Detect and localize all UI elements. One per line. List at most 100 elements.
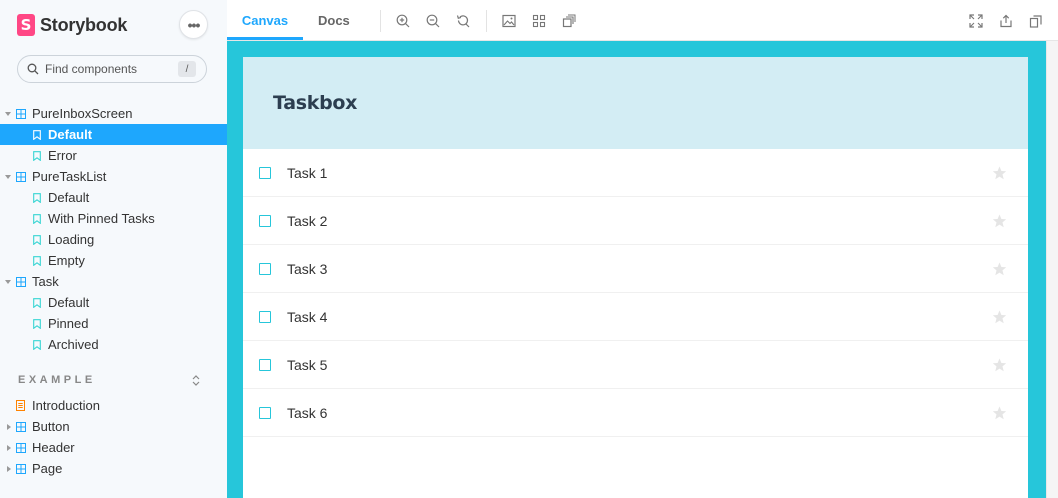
tree-item-button[interactable]: Button: [0, 416, 227, 437]
tab-canvas[interactable]: Canvas: [227, 0, 303, 41]
task-item: Task 3: [243, 245, 1028, 293]
tree-item-label: Header: [32, 440, 75, 455]
brand-name: Storybook: [40, 14, 128, 35]
task-item: Task 4: [243, 293, 1028, 341]
tree-item-label: PureTaskList: [32, 169, 107, 184]
background-icon[interactable]: [502, 14, 516, 28]
tab-docs[interactable]: Docs: [318, 0, 350, 41]
copy-link-icon[interactable]: [1029, 14, 1043, 28]
tab-label: Canvas: [241, 13, 289, 28]
more-menu-button[interactable]: •••: [179, 10, 208, 39]
task-title[interactable]: Task 1: [287, 165, 327, 181]
toolbar: Canvas Docs: [227, 0, 1058, 41]
component-icon: [16, 442, 26, 453]
tree-item-task-default[interactable]: Default: [0, 292, 227, 313]
bookmark-icon: [33, 255, 41, 266]
fullscreen-icon[interactable]: [969, 14, 983, 28]
canvas-scrollbar[interactable]: [1046, 41, 1058, 498]
tree-item-label: Loading: [48, 232, 95, 247]
tree-item-puretasklist-with-pinned-tasks[interactable]: With Pinned Tasks: [0, 208, 227, 229]
star-icon[interactable]: [992, 262, 1007, 276]
star-icon[interactable]: [992, 310, 1007, 324]
task-item: Task 1: [243, 149, 1028, 197]
zoom-in-icon[interactable]: [396, 14, 410, 28]
component-icon: [16, 463, 26, 474]
task-checkbox[interactable]: [259, 167, 271, 179]
tree-item-label: Pinned: [48, 316, 89, 331]
storybook-logo[interactable]: S Storybook: [17, 13, 127, 37]
tree-item-task-archived[interactable]: Archived: [0, 334, 227, 355]
storybook-logo-icon: S: [17, 14, 35, 36]
tree-item-puretasklist-default[interactable]: Default: [0, 187, 227, 208]
star-icon[interactable]: [992, 358, 1007, 372]
sidebar: S Storybook ••• / PureInboxScreen Defaul…: [0, 0, 227, 498]
taskbox-header: Taskbox: [243, 57, 1028, 149]
toolbar-divider: [380, 10, 381, 32]
bookmark-icon: [33, 129, 41, 140]
caret-down-icon: [5, 174, 11, 179]
zoom-out-icon[interactable]: [426, 14, 440, 28]
caret-right-icon: [7, 444, 11, 451]
toolbar-divider: [486, 10, 487, 32]
component-icon: [16, 276, 26, 287]
tree-item-pureinboxscreen-default[interactable]: Default: [0, 124, 227, 145]
star-icon[interactable]: [992, 214, 1007, 228]
task-checkbox[interactable]: [259, 359, 271, 371]
tree-item-label: Task: [32, 274, 59, 289]
star-icon[interactable]: [992, 166, 1007, 180]
tree-item-label: With Pinned Tasks: [48, 211, 155, 226]
component-icon: [16, 171, 26, 182]
story-tree: PureInboxScreen Default Error PureTaskLi…: [0, 103, 227, 355]
active-tab-indicator: [227, 37, 303, 40]
preview-iframe: Taskbox Task 1 Task 2 Task 3 Task 4 Task…: [243, 57, 1028, 498]
tree-item-page[interactable]: Page: [0, 458, 227, 479]
bookmark-icon: [33, 339, 41, 350]
tree-item-label: Error: [48, 148, 77, 163]
search-icon: [27, 63, 39, 75]
document-icon: [16, 400, 25, 411]
task-title[interactable]: Task 6: [287, 405, 327, 421]
bookmark-icon: [33, 192, 41, 203]
tree-item-task-pinned[interactable]: Pinned: [0, 313, 227, 334]
caret-down-icon: [5, 111, 11, 116]
tree-item-label: Empty: [48, 253, 85, 268]
task-checkbox[interactable]: [259, 263, 271, 275]
bookmark-icon: [33, 318, 41, 329]
expand-collapse-icon[interactable]: [191, 374, 201, 387]
star-icon[interactable]: [992, 406, 1007, 420]
task-title[interactable]: Task 4: [287, 309, 327, 325]
caret-down-icon: [5, 279, 11, 284]
example-tree: Introduction Button Header Page: [0, 395, 227, 479]
tree-item-label: Default: [48, 127, 93, 142]
component-icon: [16, 421, 26, 432]
task-title[interactable]: Task 2: [287, 213, 327, 229]
tree-item-introduction[interactable]: Introduction: [0, 395, 227, 416]
bookmark-icon: [33, 150, 41, 161]
tree-item-label: Default: [48, 295, 90, 310]
tree-item-puretasklist-loading[interactable]: Loading: [0, 229, 227, 250]
outline-icon[interactable]: [562, 14, 576, 28]
tree-item-pureinboxscreen[interactable]: PureInboxScreen: [0, 103, 227, 124]
zoom-reset-icon[interactable]: [456, 14, 470, 28]
task-checkbox[interactable]: [259, 215, 271, 227]
search-box[interactable]: /: [17, 55, 207, 83]
task-title[interactable]: Task 3: [287, 261, 327, 277]
grid-icon[interactable]: [532, 14, 546, 28]
tree-item-header[interactable]: Header: [0, 437, 227, 458]
share-icon[interactable]: [999, 14, 1013, 28]
tree-item-puretasklist[interactable]: PureTaskList: [0, 166, 227, 187]
bookmark-icon: [33, 213, 41, 224]
tree-item-label: Page: [32, 461, 63, 476]
task-checkbox[interactable]: [259, 311, 271, 323]
tree-item-label: PureInboxScreen: [32, 106, 133, 121]
task-item: Task 6: [243, 389, 1028, 437]
bookmark-icon: [33, 297, 41, 308]
search-shortcut-badge: /: [178, 61, 196, 77]
task-item: Task 2: [243, 197, 1028, 245]
task-title[interactable]: Task 5: [287, 357, 327, 373]
task-checkbox[interactable]: [259, 407, 271, 419]
tree-item-task[interactable]: Task: [0, 271, 227, 292]
tree-item-puretasklist-empty[interactable]: Empty: [0, 250, 227, 271]
search-input[interactable]: [45, 62, 175, 76]
tree-item-pureinboxscreen-error[interactable]: Error: [0, 145, 227, 166]
